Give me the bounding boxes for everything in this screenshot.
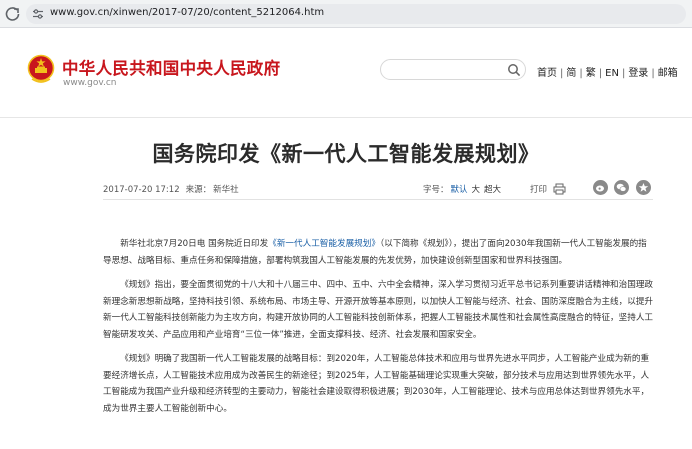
nav-separator: | <box>579 68 583 79</box>
nav-separator: | <box>598 68 603 79</box>
site-info-icon[interactable] <box>32 8 44 20</box>
print-label: 打印 <box>530 185 548 195</box>
printer-icon <box>553 183 566 195</box>
article-meta-left: 2017-07-20 17:12 来源： 新华社 <box>103 183 245 195</box>
article-title: 国务院印发《新一代人工智能发展规划》 <box>152 142 540 166</box>
favorite-star-icon[interactable] <box>636 180 651 195</box>
font-size-label: 字号： <box>423 185 449 195</box>
site-header: 中华人民共和国中央人民政府 www.gov.cn 首页 | 简 | 繁 | EN | 登录 | 邮箱 <box>0 28 692 118</box>
national-emblem-icon[interactable] <box>27 54 55 84</box>
url-field[interactable]: www.gov.cn/xinwen/2017-07/20/content_521… <box>26 4 686 24</box>
site-domain: www.gov.cn <box>63 78 117 88</box>
nav-traditional[interactable]: 繁 <box>586 68 596 79</box>
reload-icon[interactable] <box>4 5 22 23</box>
wechat-share-icon[interactable] <box>614 180 629 195</box>
browser-address-bar: www.gov.cn/xinwen/2017-07/20/content_521… <box>0 0 692 28</box>
nav-english[interactable]: EN <box>605 68 619 79</box>
search-icon[interactable] <box>507 63 521 77</box>
source-label: 来源： <box>185 185 212 195</box>
source-name: 新华社 <box>213 185 239 195</box>
top-nav: 首页 | 简 | 繁 | EN | 登录 | 邮箱 <box>537 64 678 79</box>
print-button[interactable]: 打印 <box>530 183 566 195</box>
url-text: www.gov.cn/xinwen/2017-07/20/content_521… <box>50 7 325 18</box>
paragraph: 《规划》明确了我国新一代人工智能发展的战略目标：到2020年，人工智能总体技术和… <box>103 354 650 414</box>
publish-date: 2017-07-20 17:12 <box>103 185 180 195</box>
article-meta: 2017-07-20 17:12 来源： 新华社 字号： 默认大超大 打印 <box>103 178 653 200</box>
font-size-default[interactable]: 默认 <box>451 185 468 195</box>
plan-link[interactable]: 《新一代人工智能发展规划》 <box>268 239 380 249</box>
nav-home[interactable]: 首页 <box>537 68 557 79</box>
nav-separator: | <box>651 68 655 79</box>
font-size-large[interactable]: 大 <box>472 185 481 195</box>
article-body: 新华社北京7月20日电 国务院近日印发《新一代人工智能发展规划》（以下简称《规划… <box>103 236 653 425</box>
nav-simplified[interactable]: 简 <box>566 68 576 79</box>
paragraph: 新华社北京7月20日电 国务院近日印发《新一代人工智能发展规划》（以下简称《规划… <box>103 236 653 269</box>
search-box <box>380 59 526 80</box>
font-size-xlarge[interactable]: 超大 <box>484 185 501 195</box>
paragraph-text: 新华社北京7月20日电 国务院近日印发 <box>120 239 269 249</box>
nav-mail[interactable]: 邮箱 <box>658 68 678 79</box>
search-input[interactable] <box>389 62 499 77</box>
weibo-share-icon[interactable] <box>593 180 608 195</box>
font-size-control: 字号： 默认大超大 <box>423 183 501 195</box>
nav-separator: | <box>621 68 626 79</box>
nav-login[interactable]: 登录 <box>628 68 648 79</box>
paragraph: 《规划》指出，要全面贯彻党的十八大和十八届三中、四中、五中、六中全会精神，深入学… <box>103 280 654 340</box>
site-name[interactable]: 中华人民共和国中央人民政府 <box>62 55 280 79</box>
nav-separator: | <box>560 68 564 79</box>
